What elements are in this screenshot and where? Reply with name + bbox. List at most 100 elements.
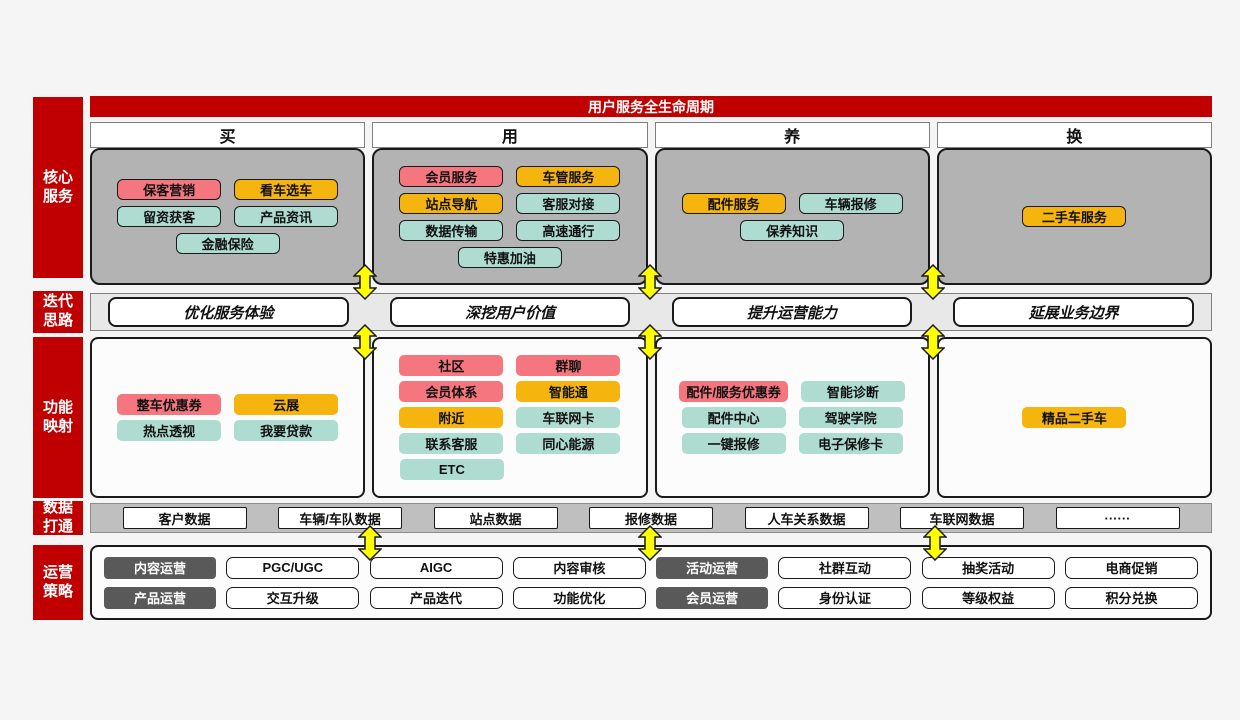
stage-header-replace: 换 [937,122,1212,148]
mapping-chip: 驾驶学院 [799,407,903,428]
operations-chip: 功能优化 [513,587,646,609]
chip-row: 精品二手车 [1022,407,1126,428]
iteration-box: 深挖用户价值 [390,297,630,327]
iteration-box: 优化服务体验 [108,297,348,327]
stage-header-use: 用 [372,122,647,148]
mapping-chip: 附近 [399,407,503,428]
mapping-chip: 社区 [399,355,503,376]
chip-row: 留资获客 产品资讯 [117,206,338,227]
chip-row: ETC [400,459,620,480]
side-label-operation-text: 运营策略 [42,564,75,602]
flow-arrow-icon [638,324,662,360]
service-chip: 客服对接 [516,193,620,214]
operations-category-chip: 产品运营 [104,587,216,609]
side-label-mapping: 功能映射 [33,337,83,498]
chip-row: 配件服务 车辆报修 [682,193,903,214]
flow-arrow-icon [353,264,377,300]
data-box: ······ [1056,507,1180,529]
mapping-chip: 会员体系 [399,381,503,402]
operations-chip: 产品迭代 [370,587,503,609]
side-label-core-text: 核心服务 [42,169,75,207]
iteration-box: 提升运营能力 [672,297,912,327]
mapping-chip: 同心能源 [516,433,620,454]
operations-category-chip: 内容运营 [104,557,216,579]
mapping-chip: 热点透视 [117,420,221,441]
mapping-chip: 一键报修 [682,433,786,454]
mapping-chip: 群聊 [516,355,620,376]
service-chip: 看车选车 [234,179,338,200]
chip-row: 会员体系 智能通 [400,381,620,402]
operations-chip: 社群互动 [778,557,911,579]
flow-arrow-icon [353,324,377,360]
mapping-chip: 电子保修卡 [799,433,903,454]
side-label-iteration-text: 迭代思路 [42,293,75,331]
side-label-core-services: 核心服务 [33,97,83,278]
chip-row: 站点导航 客服对接 [399,193,620,214]
chip-row: 金融保险 [176,233,280,254]
chip-row: 热点透视 我要贷款 [117,420,338,441]
side-label-data: 数据打通 [33,501,83,535]
flow-arrow-icon [358,525,382,561]
data-box: 客户数据 [123,507,247,529]
service-chip: 高速通行 [516,220,620,241]
service-chip: 配件服务 [682,193,786,214]
mapping-chip: 配件/服务优惠券 [679,381,788,402]
mapping-panel-replace: 精品二手车 [937,337,1212,498]
mapping-chip: 车联网卡 [516,407,620,428]
service-chip: 车辆报修 [799,193,903,214]
operations-category-chip: 会员运营 [656,587,768,609]
mapping-chip: 云展 [234,394,338,415]
stage-header-row: 买 用 养 换 [90,122,1212,144]
function-mapping-row: 整车优惠券 云展 热点透视 我要贷款 社区 群聊 会员体系 智能通 附近 车联网… [90,337,1212,498]
data-box: 人车关系数据 [745,507,869,529]
service-chip: 保客营销 [117,179,221,200]
operations-chip: 交互升级 [226,587,359,609]
mapping-panel-use: 社区 群聊 会员体系 智能通 附近 车联网卡 联系客服 同心能源 ETC [372,337,647,498]
mapping-chip: ETC [400,459,504,480]
chip-row: 社区 群聊 [400,355,620,376]
service-chip: 留资获客 [117,206,221,227]
mapping-chip: 联系客服 [399,433,503,454]
flow-arrow-icon [638,525,662,561]
chip-row: 保客营销 看车选车 [117,179,338,200]
operations-category-chip: 活动运营 [656,557,768,579]
chip-row: 配件中心 驾驶学院 [682,407,903,428]
banner-title: 用户服务全生命周期 [90,96,1212,117]
operations-chip: PGC/UGC [226,557,359,579]
side-label-iteration: 迭代思路 [33,291,83,333]
data-box: 站点数据 [434,507,558,529]
chip-row: 一键报修 电子保修卡 [682,433,903,454]
operations-chip: 内容审核 [513,557,646,579]
core-panel-replace: 二手车服务 [937,148,1212,285]
operations-chip: 积分兑换 [1065,587,1198,609]
core-panel-maintain: 配件服务 车辆报修 保养知识 [655,148,930,285]
chip-row: 数据传输 高速通行 [399,220,620,241]
flow-arrow-icon [921,264,945,300]
service-chip: 二手车服务 [1022,206,1126,227]
mapping-panel-maintain: 配件/服务优惠券 智能诊断 配件中心 驾驶学院 一键报修 电子保修卡 [655,337,930,498]
chip-row: 保养知识 [740,220,844,241]
service-chip: 金融保险 [176,233,280,254]
operations-row: 产品运营 交互升级 产品迭代 功能优化 会员运营 身份认证 等级权益 积分兑换 [104,587,1198,609]
mapping-chip: 我要贷款 [234,420,338,441]
data-box: 车联网数据 [900,507,1024,529]
service-chip: 车管服务 [516,166,620,187]
mapping-chip: 智能诊断 [801,381,905,402]
service-chip: 数据传输 [399,220,503,241]
service-chip: 特惠加油 [458,247,562,268]
operations-chip: AIGC [370,557,503,579]
mapping-chip: 整车优惠券 [117,394,221,415]
chip-row: 附近 车联网卡 [400,407,620,428]
data-box: 车辆/车队数据 [278,507,402,529]
operations-chip: 等级权益 [922,587,1055,609]
side-label-data-text: 数据打通 [42,499,75,537]
core-panel-buy: 保客营销 看车选车 留资获客 产品资讯 金融保险 [90,148,365,285]
operations-chip: 身份认证 [778,587,911,609]
mapping-chip: 精品二手车 [1022,407,1126,428]
chip-row: 整车优惠券 云展 [117,394,338,415]
service-chip: 站点导航 [399,193,503,214]
mapping-panel-buy: 整车优惠券 云展 热点透视 我要贷款 [90,337,365,498]
side-label-mapping-text: 功能映射 [42,399,75,437]
flow-arrow-icon [638,264,662,300]
stage-header-buy: 买 [90,122,365,148]
